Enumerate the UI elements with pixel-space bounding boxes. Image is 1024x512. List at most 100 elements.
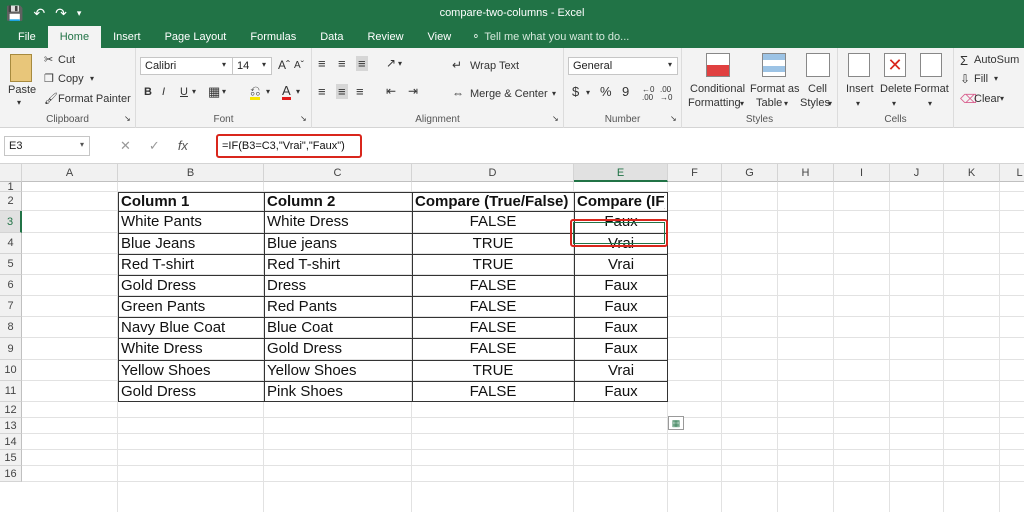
table-cell[interactable]: Gold Dress: [267, 338, 409, 360]
table-cell[interactable]: Gold Dress: [121, 381, 261, 402]
clear-button[interactable]: Clear: [974, 93, 1000, 105]
row-header-4[interactable]: 4: [0, 233, 22, 254]
table-header-cell[interactable]: Compare (True/False): [415, 192, 571, 211]
table-header-cell[interactable]: Column 2: [267, 192, 409, 211]
col-header-h[interactable]: H: [778, 164, 834, 182]
row-header-3[interactable]: 3: [0, 211, 22, 233]
select-all-corner[interactable]: [0, 164, 22, 182]
cell-styles-sub[interactable]: Styles: [800, 97, 830, 109]
wrap-text-button[interactable]: Wrap Text: [470, 60, 519, 72]
col-header-a[interactable]: A: [22, 164, 118, 182]
borders-dropdown-icon[interactable]: ▾: [222, 87, 226, 96]
col-header-e[interactable]: E: [574, 164, 668, 182]
table-cell[interactable]: Red Pants: [267, 296, 409, 317]
borders-icon[interactable]: ▦: [208, 84, 220, 100]
row-header-5[interactable]: 5: [0, 254, 22, 275]
row-header-11[interactable]: 11: [0, 381, 22, 402]
align-center-icon[interactable]: ≡: [336, 84, 348, 99]
align-left-icon[interactable]: ≡: [318, 84, 326, 99]
row-header-7[interactable]: 7: [0, 296, 22, 317]
table-cell[interactable]: Pink Shoes: [267, 381, 409, 402]
tab-data[interactable]: Data: [308, 28, 355, 48]
insert-cells-button[interactable]: Insert: [846, 83, 874, 95]
table-cell[interactable]: Faux: [577, 381, 665, 402]
table-dropdown-icon[interactable]: ▾: [784, 99, 788, 108]
currency-dropdown-icon[interactable]: ▾: [586, 88, 590, 97]
conditional-formatting-sub[interactable]: Formatting: [688, 97, 741, 109]
paste-button[interactable]: Paste: [8, 84, 36, 96]
orientation-icon[interactable]: ↗: [386, 56, 396, 70]
table-cell[interactable]: Yellow Shoes: [267, 360, 409, 381]
quick-analysis-icon[interactable]: ▦: [668, 416, 684, 430]
number-format-dropdown-icon[interactable]: ▾: [668, 60, 672, 69]
row-header-15[interactable]: 15: [0, 450, 22, 466]
row-header-2[interactable]: 2: [0, 192, 22, 211]
table-cell[interactable]: FALSE: [415, 296, 571, 317]
bottom-align-icon[interactable]: ≡: [356, 56, 368, 71]
table-cell[interactable]: FALSE: [415, 211, 571, 233]
tab-review[interactable]: Review: [355, 28, 415, 48]
table-cell[interactable]: Faux: [577, 296, 665, 317]
conditional-formatting-button[interactable]: Conditional: [690, 83, 745, 95]
font-launcher-icon[interactable]: ↘: [300, 114, 307, 123]
percent-button[interactable]: %: [600, 84, 612, 99]
increase-indent-icon[interactable]: ⇥: [408, 84, 418, 98]
fill-button[interactable]: Fill: [974, 73, 988, 85]
row-header-13[interactable]: 13: [0, 418, 22, 434]
table-cell[interactable]: FALSE: [415, 317, 571, 338]
insert-dropdown-icon[interactable]: ▾: [856, 99, 860, 108]
col-header-i[interactable]: I: [834, 164, 890, 182]
clipboard-launcher-icon[interactable]: ↘: [124, 114, 131, 123]
col-header-b[interactable]: B: [118, 164, 264, 182]
row-header-10[interactable]: 10: [0, 360, 22, 381]
table-cell[interactable]: White Dress: [121, 338, 261, 360]
table-cell[interactable]: Navy Blue Coat: [121, 317, 261, 338]
top-align-icon[interactable]: ≡: [318, 56, 326, 71]
decrease-font-icon[interactable]: Aˇ: [294, 60, 304, 71]
decrease-indent-icon[interactable]: ⇤: [386, 84, 396, 98]
decrease-decimal-icon[interactable]: .00 →0: [660, 86, 672, 102]
tab-page-layout[interactable]: Page Layout: [153, 28, 239, 48]
table-cell[interactable]: Green Pants: [121, 296, 261, 317]
format-cells-button[interactable]: Format: [914, 83, 949, 95]
clear-dropdown-icon[interactable]: ▾: [1000, 94, 1004, 103]
underline-button[interactable]: U: [180, 86, 188, 98]
merge-dropdown-icon[interactable]: ▾: [552, 89, 556, 98]
font-color-dropdown-icon[interactable]: ▾: [296, 87, 300, 96]
name-box[interactable]: E3: [4, 136, 90, 156]
currency-button[interactable]: $: [572, 84, 579, 99]
orientation-dropdown-icon[interactable]: ▾: [398, 59, 402, 68]
col-header-j[interactable]: J: [890, 164, 944, 182]
worksheet-grid[interactable]: ABCDEFGHIJKL 1 2 3 4 5 6 7 8 9 10 11 12 13 14 15 16 Col…: [0, 164, 1024, 512]
table-cell[interactable]: White Pants: [121, 211, 261, 233]
copy-button[interactable]: Copy: [58, 73, 84, 85]
cancel-icon[interactable]: ✕: [120, 138, 131, 154]
format-dropdown-icon[interactable]: ▾: [928, 99, 932, 108]
fill-color-icon[interactable]: ⎌: [250, 84, 261, 100]
table-cell[interactable]: Yellow Shoes: [121, 360, 261, 381]
number-launcher-icon[interactable]: ↘: [670, 114, 677, 123]
table-cell[interactable]: Vrai: [577, 360, 665, 381]
tab-insert[interactable]: Insert: [101, 28, 153, 48]
table-cell[interactable]: Faux: [577, 275, 665, 296]
paste-icon[interactable]: [10, 54, 32, 82]
tell-me-box[interactable]: Tell me what you want to do...: [480, 28, 629, 48]
col-header-l[interactable]: L: [1000, 164, 1024, 182]
font-name-dropdown-icon[interactable]: ▾: [222, 60, 226, 69]
format-painter-button[interactable]: Format Painter: [58, 93, 131, 105]
enter-icon[interactable]: ✓: [149, 138, 160, 154]
middle-align-icon[interactable]: ≡: [338, 56, 346, 71]
table-cell[interactable]: TRUE: [415, 254, 571, 275]
col-header-c[interactable]: C: [264, 164, 412, 182]
row-header-9[interactable]: 9: [0, 338, 22, 360]
autosum-button[interactable]: AutoSum: [974, 54, 1019, 66]
table-cell[interactable]: Blue Jeans: [121, 233, 261, 254]
row-header-8[interactable]: 8: [0, 317, 22, 338]
col-header-g[interactable]: G: [722, 164, 778, 182]
table-header-cell[interactable]: Compare (IF): [577, 192, 665, 211]
table-cell[interactable]: White Dress: [267, 211, 409, 233]
alignment-launcher-icon[interactable]: ↘: [552, 114, 559, 123]
delete-cells-button[interactable]: Delete: [880, 83, 912, 95]
increase-font-icon[interactable]: Aˆ: [278, 58, 290, 72]
font-size-dropdown-icon[interactable]: ▾: [262, 60, 266, 69]
